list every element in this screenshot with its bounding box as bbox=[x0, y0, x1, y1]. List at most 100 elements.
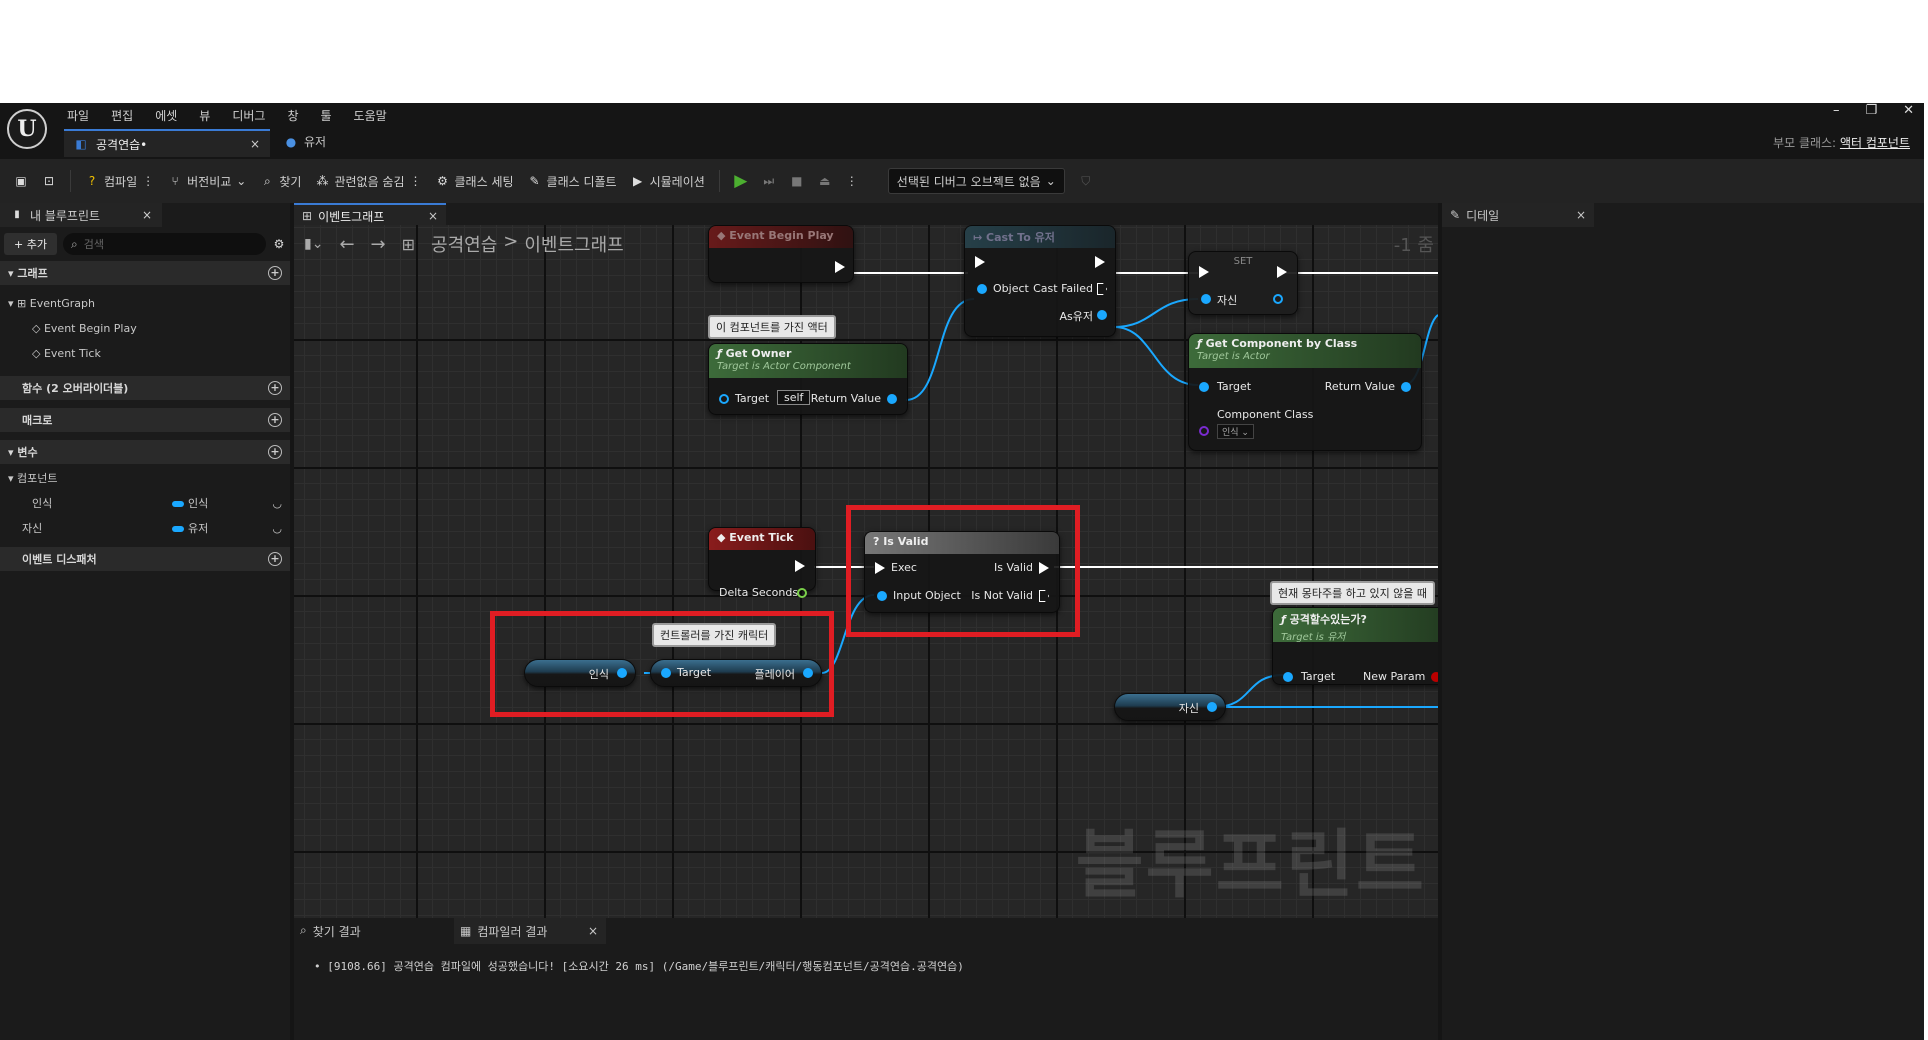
output-pin[interactable] bbox=[1207, 702, 1217, 712]
section-functions[interactable]: 함수 (2 오버라이더블) + bbox=[0, 376, 290, 400]
node-get-self[interactable]: 자신 bbox=[1114, 693, 1226, 721]
class-select[interactable]: 인식 ⌄ bbox=[1217, 424, 1254, 439]
object-pin[interactable] bbox=[977, 284, 987, 294]
play-icon[interactable]: ▶ bbox=[734, 173, 748, 190]
debug-filter-icon[interactable]: ⛉ bbox=[1079, 174, 1093, 188]
menu-help[interactable]: 도움말 bbox=[354, 107, 387, 124]
close-icon[interactable]: × bbox=[588, 924, 606, 938]
diff-button[interactable]: ⑂ 버전비교 ⌄ bbox=[168, 168, 247, 194]
gear-icon[interactable]: ⚙ bbox=[272, 237, 286, 251]
log-line[interactable]: [9108.66] 공격연습 컴파일에 성공했습니다! [소요시간 26 ms]… bbox=[327, 960, 964, 973]
add-function-icon[interactable]: + bbox=[268, 381, 282, 395]
variable-row[interactable]: 자신 유저 ◡ bbox=[8, 516, 282, 541]
simulation-button[interactable]: ▶ 시뮬레이션 bbox=[631, 168, 705, 194]
tab-find-results[interactable]: ⌕ 찾기 결과 bbox=[294, 923, 454, 940]
menu-tools[interactable]: 툴 bbox=[321, 107, 332, 124]
menu-view[interactable]: 뷰 bbox=[199, 107, 210, 124]
float-pin[interactable] bbox=[797, 588, 807, 598]
comment-bubble[interactable]: 이 컴포넌트를 가진 액터 bbox=[708, 315, 836, 339]
bool-pin[interactable] bbox=[1431, 672, 1438, 682]
compile-button[interactable]: ? 컴파일 ⋮ bbox=[85, 168, 154, 194]
node-event-begin-play[interactable]: ◆ Event Begin Play bbox=[708, 225, 854, 283]
variable-row[interactable]: 인식 인식 ◡ bbox=[8, 491, 282, 516]
find-button[interactable]: ⌕ 찾기 bbox=[260, 168, 301, 194]
eject-icon[interactable]: ⏏ bbox=[818, 174, 832, 188]
section-graphs[interactable]: ▾ 그래프 + bbox=[0, 261, 290, 285]
restore-icon[interactable]: ❐ bbox=[1865, 103, 1877, 118]
node-get-owner[interactable]: ƒ Get Owner Target is Actor Component Tar… bbox=[708, 343, 908, 415]
details-tab[interactable]: ✎ 디테일 × bbox=[1442, 203, 1594, 227]
target-pin[interactable] bbox=[1283, 672, 1293, 682]
close-icon[interactable]: × bbox=[142, 208, 152, 222]
exec-out-pin[interactable] bbox=[795, 560, 805, 572]
add-graph-icon[interactable]: + bbox=[268, 266, 282, 280]
tab-attack-practice[interactable]: ◧ 공격연습• × bbox=[64, 129, 270, 157]
step-icon[interactable]: ⏭ bbox=[762, 174, 776, 188]
target-pin[interactable] bbox=[719, 394, 729, 404]
tab-user[interactable]: ● 유저 bbox=[284, 133, 326, 150]
menu-edit[interactable]: 편집 bbox=[111, 107, 133, 124]
menu-debug[interactable]: 디버그 bbox=[232, 107, 265, 124]
debug-object-select[interactable]: 선택된 디버그 오브젝트 없음 ⌄ bbox=[887, 168, 1065, 194]
add-variable-icon[interactable]: + bbox=[268, 445, 282, 459]
tab-compiler-results[interactable]: ▦ 컴파일러 결과 × bbox=[454, 918, 606, 944]
exec-out-pin[interactable] bbox=[1277, 266, 1287, 278]
tree-item-begin-play[interactable]: ◇ Event Begin Play bbox=[8, 316, 282, 341]
more-icon[interactable]: ⋮ bbox=[142, 174, 154, 188]
section-variables[interactable]: ▾ 변수 + bbox=[0, 440, 290, 464]
menu-asset[interactable]: 에셋 bbox=[155, 107, 177, 124]
unreal-logo[interactable]: U bbox=[7, 109, 47, 149]
my-blueprint-tab[interactable]: ▮ 내 블루프린트 × bbox=[0, 203, 162, 227]
visibility-eye-icon[interactable]: ◡ bbox=[272, 491, 282, 516]
more-icon[interactable]: ⋮ bbox=[410, 174, 422, 188]
node-can-attack[interactable]: ƒ 공격할수있는가? Target is 유저 Target New Param bbox=[1272, 607, 1438, 685]
variable-type[interactable]: 인식 bbox=[172, 491, 252, 516]
breadcrumb-leaf[interactable]: 이벤트그래프 bbox=[524, 231, 623, 257]
parent-class-link[interactable]: 액터 컴포넌트 bbox=[1840, 136, 1910, 150]
close-icon[interactable]: × bbox=[428, 209, 438, 223]
return-pin[interactable] bbox=[1401, 382, 1411, 392]
tree-item-tick[interactable]: ◇ Event Tick bbox=[8, 341, 282, 366]
close-icon[interactable]: ✕ bbox=[1903, 103, 1914, 118]
cast-failed-pin[interactable] bbox=[1097, 283, 1107, 295]
section-dispatchers[interactable]: 이벤트 디스패처 + bbox=[0, 547, 290, 571]
output-pin[interactable] bbox=[1273, 294, 1283, 304]
add-macro-icon[interactable]: + bbox=[268, 413, 282, 427]
self-field[interactable]: self bbox=[777, 390, 811, 405]
tree-item-eventgraph[interactable]: ▾ ⊞ EventGraph bbox=[8, 291, 282, 316]
class-pin[interactable] bbox=[1199, 426, 1209, 436]
minimize-icon[interactable]: – bbox=[1833, 103, 1840, 118]
search-input[interactable]: ⌕ 검색 bbox=[62, 233, 266, 255]
stop-icon[interactable]: ■ bbox=[790, 174, 804, 188]
menu-file[interactable]: 파일 bbox=[67, 107, 89, 124]
breadcrumb-root[interactable]: 공격연습 bbox=[431, 231, 497, 257]
as-user-pin[interactable] bbox=[1097, 310, 1107, 320]
section-macros[interactable]: 매크로 + bbox=[0, 408, 290, 432]
exec-out-pin[interactable] bbox=[835, 261, 845, 273]
return-pin[interactable] bbox=[887, 394, 897, 404]
input-pin[interactable] bbox=[1201, 294, 1211, 304]
node-get-component-by-class[interactable]: ƒ Get Component by Class Target is Actor … bbox=[1188, 333, 1422, 451]
class-defaults-button[interactable]: ✎ 클래스 디폴트 bbox=[528, 168, 617, 194]
target-pin[interactable] bbox=[1199, 382, 1209, 392]
node-event-tick[interactable]: ◆ Event Tick Delta Seconds bbox=[708, 527, 816, 599]
class-settings-button[interactable]: ⚙ 클래스 세팅 bbox=[436, 168, 513, 194]
hide-unrelated-button[interactable]: ⁂ 관련없음 숨김 ⋮ bbox=[315, 168, 421, 194]
menu-window[interactable]: 창 bbox=[287, 107, 298, 124]
save-icon[interactable]: ▣ bbox=[14, 174, 28, 188]
add-button[interactable]: + 추가 bbox=[4, 233, 57, 255]
node-cast-to-user[interactable]: ↦ Cast To 유저 Object Cast Failed As유저 bbox=[964, 225, 1116, 337]
close-icon[interactable]: × bbox=[1576, 208, 1586, 222]
tree-item-components[interactable]: ▾ 컴포넌트 bbox=[8, 466, 282, 491]
node-set[interactable]: SET 자신 bbox=[1188, 251, 1298, 315]
browse-icon[interactable]: ⊡ bbox=[42, 174, 56, 188]
exec-out-pin[interactable] bbox=[1095, 256, 1105, 268]
bookmark-icon[interactable]: ▮⌄ bbox=[304, 236, 323, 252]
forward-arrow-icon[interactable]: → bbox=[371, 234, 386, 255]
tab-close-icon[interactable]: × bbox=[250, 137, 260, 151]
exec-in-pin[interactable] bbox=[975, 256, 985, 268]
visibility-eye-icon[interactable]: ◡ bbox=[272, 516, 282, 541]
exec-in-pin[interactable] bbox=[1199, 266, 1209, 278]
event-graph-canvas[interactable]: ▮⌄ ← → ⊞ 공격연습 > 이벤트그래프 -1 줌 블루프린트 ◆ Event … bbox=[294, 225, 1438, 918]
add-dispatcher-icon[interactable]: + bbox=[268, 552, 282, 566]
